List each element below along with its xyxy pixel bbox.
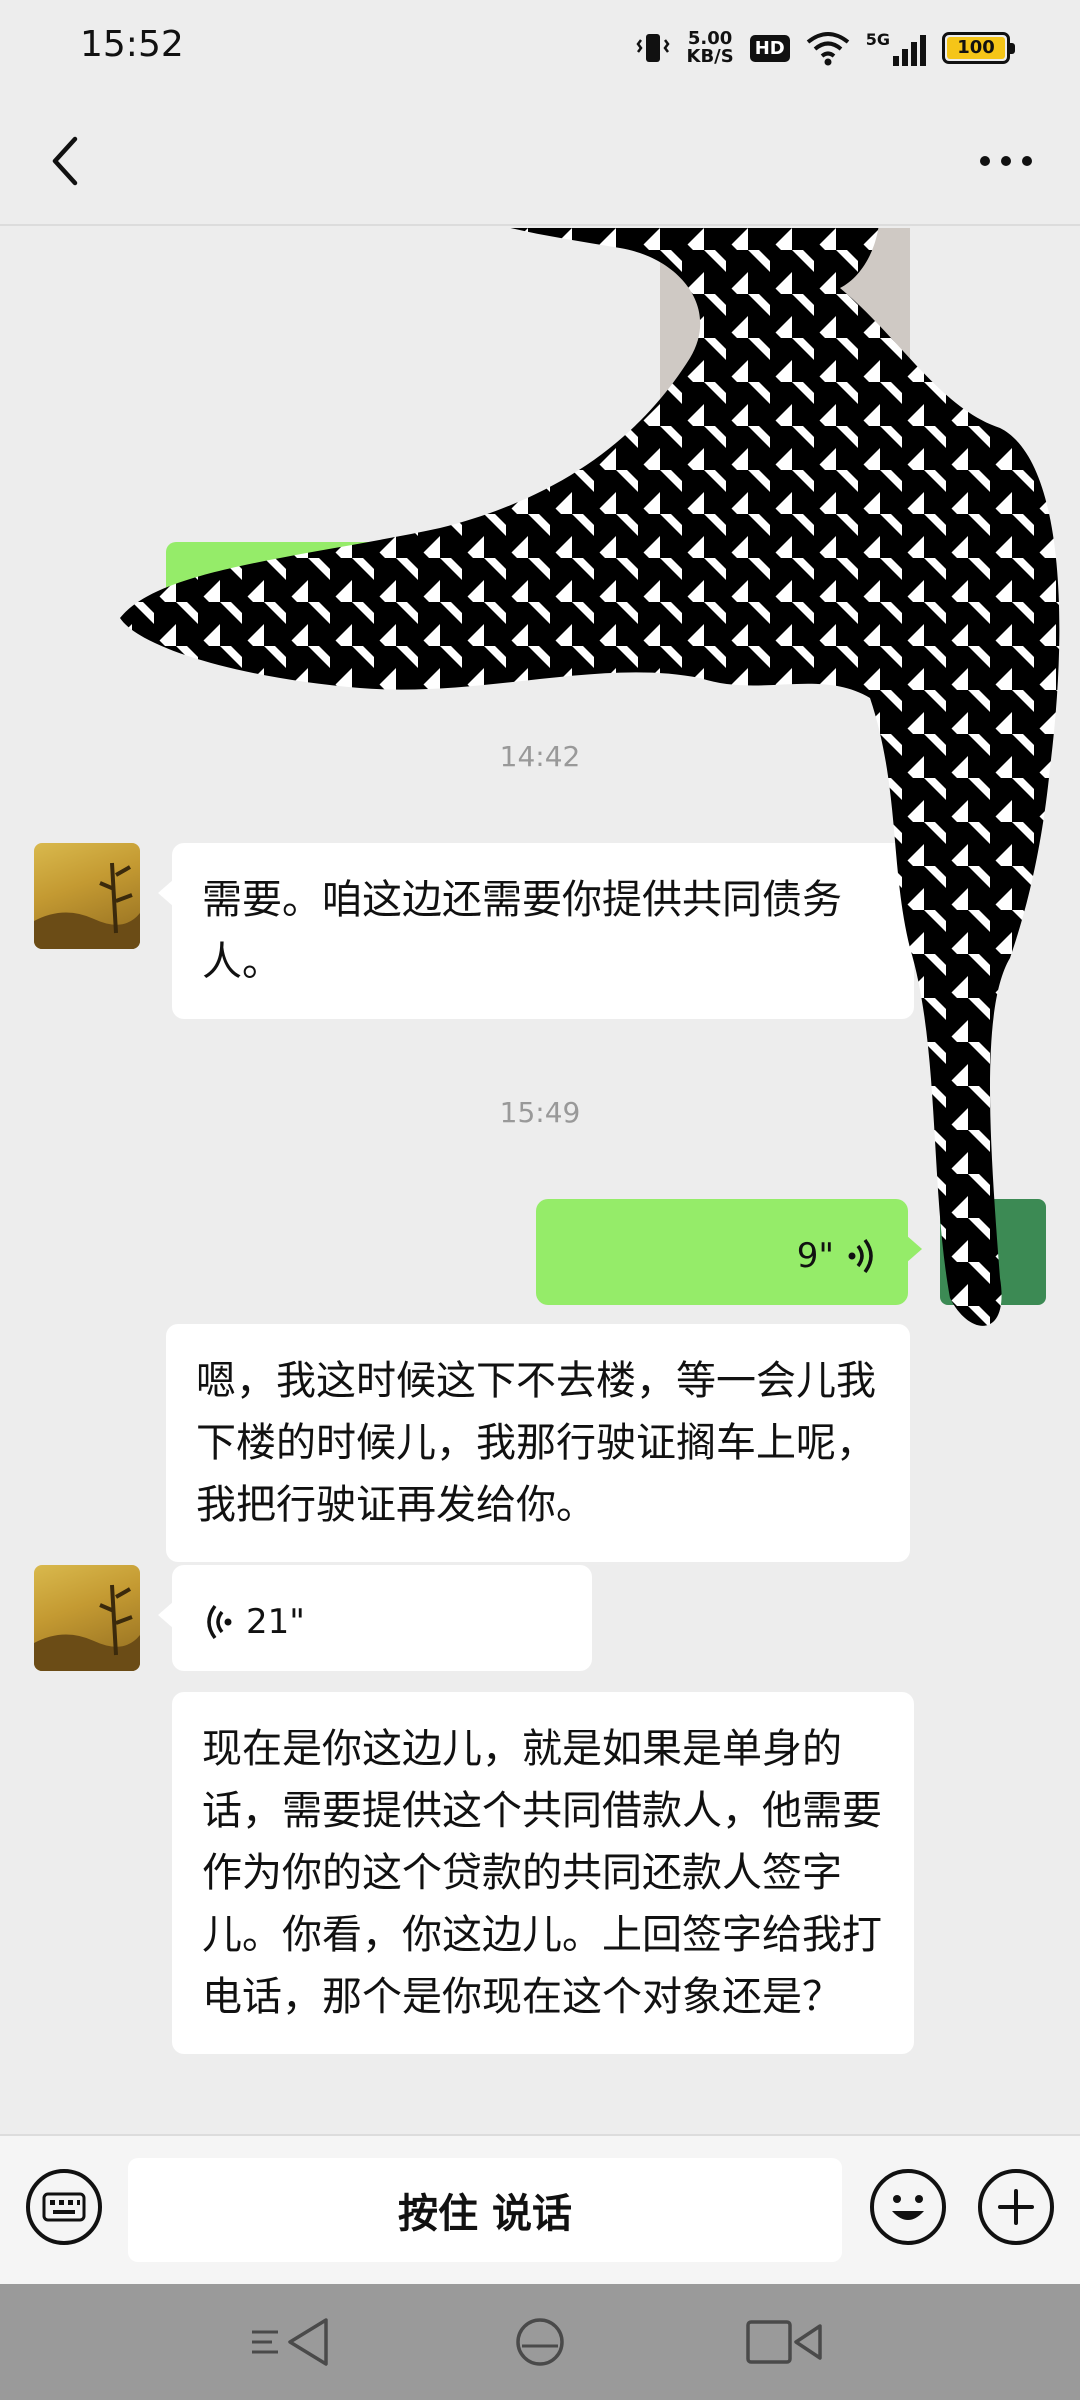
shared-image-thumbnail[interactable]: [660, 228, 910, 510]
contact-avatar[interactable]: [34, 1565, 140, 1671]
voice-message-content: 9": [566, 1225, 878, 1287]
avatar-landscape-image: [34, 1584, 140, 1671]
battery-level: 100: [947, 37, 1005, 59]
back-gesture-icon[interactable]: [248, 2316, 332, 2368]
timestamp: 14:42: [499, 740, 581, 773]
signal-bar-icon: [902, 49, 908, 66]
emoji-button[interactable]: [870, 2169, 946, 2245]
incoming-text-bubble[interactable]: 现在是你这边儿，就是如果是单身的话，需要提供这个共同借款人，他需要作为你的这个贷…: [172, 1692, 914, 2054]
home-icon[interactable]: [512, 2316, 568, 2368]
chat-header: [0, 96, 1080, 226]
message-text: 需要。咱这边还需要你提供共同债务人。: [202, 877, 842, 985]
contact-avatar[interactable]: [34, 843, 140, 949]
signal-bar-icon: [911, 42, 917, 66]
more-actions-button[interactable]: [978, 2169, 1054, 2245]
recent-apps-icon[interactable]: [744, 2318, 824, 2366]
signal-type-label: 5G: [865, 30, 890, 49]
message-text: 嗯，我这时候这下不去楼，等一会儿我下楼的时候儿，我那行驶证搁车上呢，我把行驶证再…: [196, 1358, 876, 1528]
voice-wave-icon: [207, 1604, 232, 1640]
signal-bar-icon: [893, 56, 899, 66]
battery-icon: 100: [942, 32, 1015, 64]
wifi-icon: [806, 32, 849, 66]
status-time: 15:52: [80, 24, 184, 65]
outgoing-message-bubble[interactable]: [166, 542, 886, 644]
ellipsis-icon: [980, 156, 1032, 166]
system-navigation-bar: [0, 2284, 1080, 2400]
status-bar: 15:52 5.00 KB/S HD 5G 100: [0, 0, 1080, 96]
message-list[interactable]: 14:42 需要。咱这边还需要你提供共同债务人。 15:49 9" 嗯，我这时候…: [0, 228, 1080, 2134]
network-speed-unit: KB/S: [686, 46, 734, 67]
chevron-left-icon: [52, 136, 78, 186]
incoming-voice-bubble[interactable]: 21": [158, 1565, 592, 1671]
vibrate-icon: [635, 34, 670, 62]
voice-message-content: 21": [202, 1591, 562, 1653]
voice-duration: 21": [246, 1602, 305, 1642]
chat-input-bar: 按住 说话: [0, 2134, 1080, 2284]
keyboard-toggle-button[interactable]: [26, 2169, 102, 2245]
voice-duration: 9": [796, 1236, 834, 1276]
back-button[interactable]: [34, 126, 94, 196]
message-text: 现在是你这边儿，就是如果是单身的话，需要提供这个共同借款人，他需要作为你的这个贷…: [202, 1726, 882, 2020]
hold-to-talk-button[interactable]: 按住 说话: [128, 2158, 842, 2262]
status-indicators: 5.00 KB/S HD 5G 100: [635, 22, 1015, 74]
incoming-text-bubble[interactable]: 需要。咱这边还需要你提供共同债务人。: [158, 843, 914, 1019]
cellular-signal: 5G: [866, 30, 926, 66]
smiley-icon: [892, 2195, 924, 2220]
signal-bar-icon: [920, 35, 926, 66]
more-options-button[interactable]: [966, 126, 1046, 196]
outgoing-voice-bubble[interactable]: 9": [536, 1199, 922, 1305]
voice-wave-icon: [848, 1238, 873, 1274]
avatar-landscape-image: [34, 862, 140, 949]
timestamp: 15:49: [499, 1096, 581, 1129]
incoming-text-bubble[interactable]: 嗯，我这时候这下不去楼，等一会儿我下楼的时候儿，我那行驶证搁车上呢，我把行驶证再…: [166, 1324, 910, 1562]
network-speed: 5.00 KB/S: [687, 30, 734, 66]
my-avatar[interactable]: [940, 1199, 1046, 1305]
hd-badge: HD: [749, 34, 790, 62]
keyboard-icon: [42, 2192, 86, 2222]
plus-icon: [998, 2189, 1034, 2225]
